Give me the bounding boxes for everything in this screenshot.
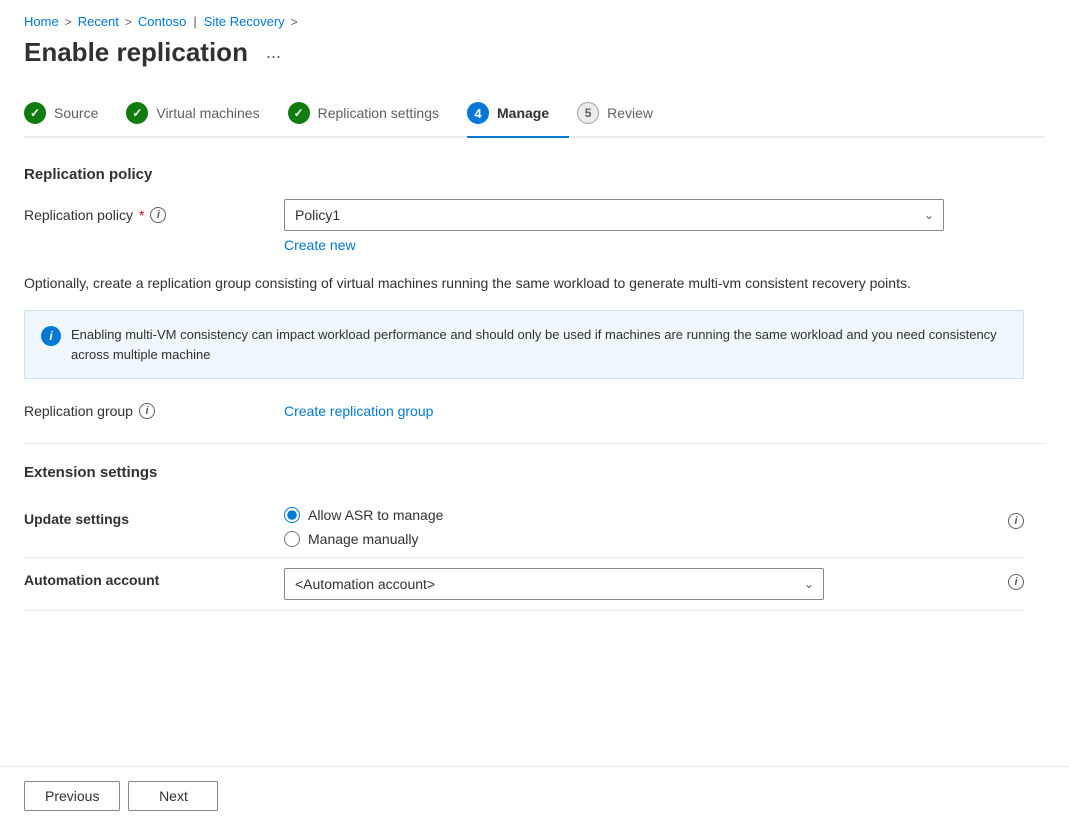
page-footer: Previous Next: [0, 766, 1069, 825]
breadcrumb-sep-3: >: [291, 15, 298, 29]
replication-policy-dropdown[interactable]: Policy1 Policy2 Policy3: [284, 199, 944, 231]
breadcrumb-recent[interactable]: Recent: [78, 14, 119, 29]
update-settings-label: Update settings: [24, 507, 284, 527]
extension-settings-table: Update settings Allow ASR to manage Mana…: [24, 497, 1024, 611]
wizard-step-replication-settings[interactable]: ✓ Replication settings: [288, 92, 459, 136]
required-star: *: [139, 207, 144, 223]
create-replication-group-link[interactable]: Create replication group: [284, 403, 433, 419]
replication-group-row: Replication group i Create replication g…: [24, 403, 1045, 419]
automation-account-dropdown-wrapper: <Automation account> ⌄: [284, 568, 824, 600]
step-icon-vms: ✓: [126, 102, 148, 124]
step-label-source: Source: [54, 105, 98, 121]
replication-policy-row: Replication policy * i Policy1 Policy2 P…: [24, 199, 1045, 253]
create-new-link[interactable]: Create new: [284, 237, 356, 253]
allow-asr-option[interactable]: Allow ASR to manage: [284, 507, 998, 523]
replication-group-info-icon[interactable]: i: [139, 403, 155, 419]
breadcrumb-pipe: |: [193, 14, 196, 29]
update-settings-row: Update settings Allow ASR to manage Mana…: [24, 497, 1024, 558]
wizard-step-virtual-machines[interactable]: ✓ Virtual machines: [126, 92, 279, 136]
allow-asr-radio[interactable]: [284, 507, 300, 523]
step-icon-review: 5: [577, 102, 599, 124]
breadcrumb-sep-1: >: [65, 15, 72, 29]
automation-account-label: Automation account: [24, 568, 284, 588]
breadcrumb-contoso[interactable]: Contoso: [138, 14, 186, 29]
previous-button[interactable]: Previous: [24, 781, 120, 811]
update-settings-info-icon[interactable]: i: [1008, 513, 1024, 529]
info-banner-message: Enabling multi-VM consistency can impact…: [71, 325, 1007, 364]
step-label-vms: Virtual machines: [156, 105, 259, 121]
wizard-step-review[interactable]: 5 Review: [577, 92, 673, 136]
extension-settings-title: Extension settings: [24, 464, 1045, 481]
page-title: Enable replication: [24, 37, 248, 68]
wizard-step-manage[interactable]: 4 Manage: [467, 92, 569, 136]
ellipsis-button[interactable]: ...: [258, 38, 289, 67]
breadcrumb-site-recovery[interactable]: Site Recovery: [204, 14, 285, 29]
next-button[interactable]: Next: [128, 781, 218, 811]
replication-policy-section-title: Replication policy: [24, 166, 1045, 183]
step-icon-manage: 4: [467, 102, 489, 124]
step-label-review: Review: [607, 105, 653, 121]
replication-group-label: Replication group i: [24, 403, 284, 419]
automation-account-row: Automation account <Automation account> …: [24, 558, 1024, 611]
breadcrumb: Home > Recent > Contoso | Site Recovery …: [24, 0, 1045, 37]
wizard-step-source[interactable]: ✓ Source: [24, 92, 118, 136]
optional-info-text: Optionally, create a replication group c…: [24, 273, 1004, 294]
manage-manually-radio[interactable]: [284, 531, 300, 547]
manage-manually-option[interactable]: Manage manually: [284, 531, 998, 547]
replication-policy-control: Policy1 Policy2 Policy3 ⌄ Create new: [284, 199, 1045, 253]
manage-manually-label: Manage manually: [308, 531, 419, 547]
automation-account-info-icon[interactable]: i: [1008, 574, 1024, 590]
replication-policy-label: Replication policy * i: [24, 199, 284, 223]
wizard-steps: ✓ Source ✓ Virtual machines ✓ Replicatio…: [24, 92, 1045, 138]
breadcrumb-home[interactable]: Home: [24, 14, 59, 29]
replication-policy-dropdown-wrapper: Policy1 Policy2 Policy3 ⌄: [284, 199, 944, 231]
info-banner-icon: i: [41, 326, 61, 346]
step-label-manage: Manage: [497, 105, 549, 121]
breadcrumb-sep-2: >: [125, 15, 132, 29]
divider-1: [24, 443, 1045, 444]
replication-policy-info-icon[interactable]: i: [150, 207, 166, 223]
update-settings-options: Allow ASR to manage Manage manually: [284, 507, 998, 547]
automation-account-dropdown[interactable]: <Automation account>: [284, 568, 824, 600]
info-banner: i Enabling multi-VM consistency can impa…: [24, 310, 1024, 379]
automation-account-control: <Automation account> ⌄: [284, 568, 998, 600]
step-icon-source: ✓: [24, 102, 46, 124]
step-label-rep-settings: Replication settings: [318, 105, 439, 121]
allow-asr-label: Allow ASR to manage: [308, 507, 443, 523]
step-icon-rep-settings: ✓: [288, 102, 310, 124]
